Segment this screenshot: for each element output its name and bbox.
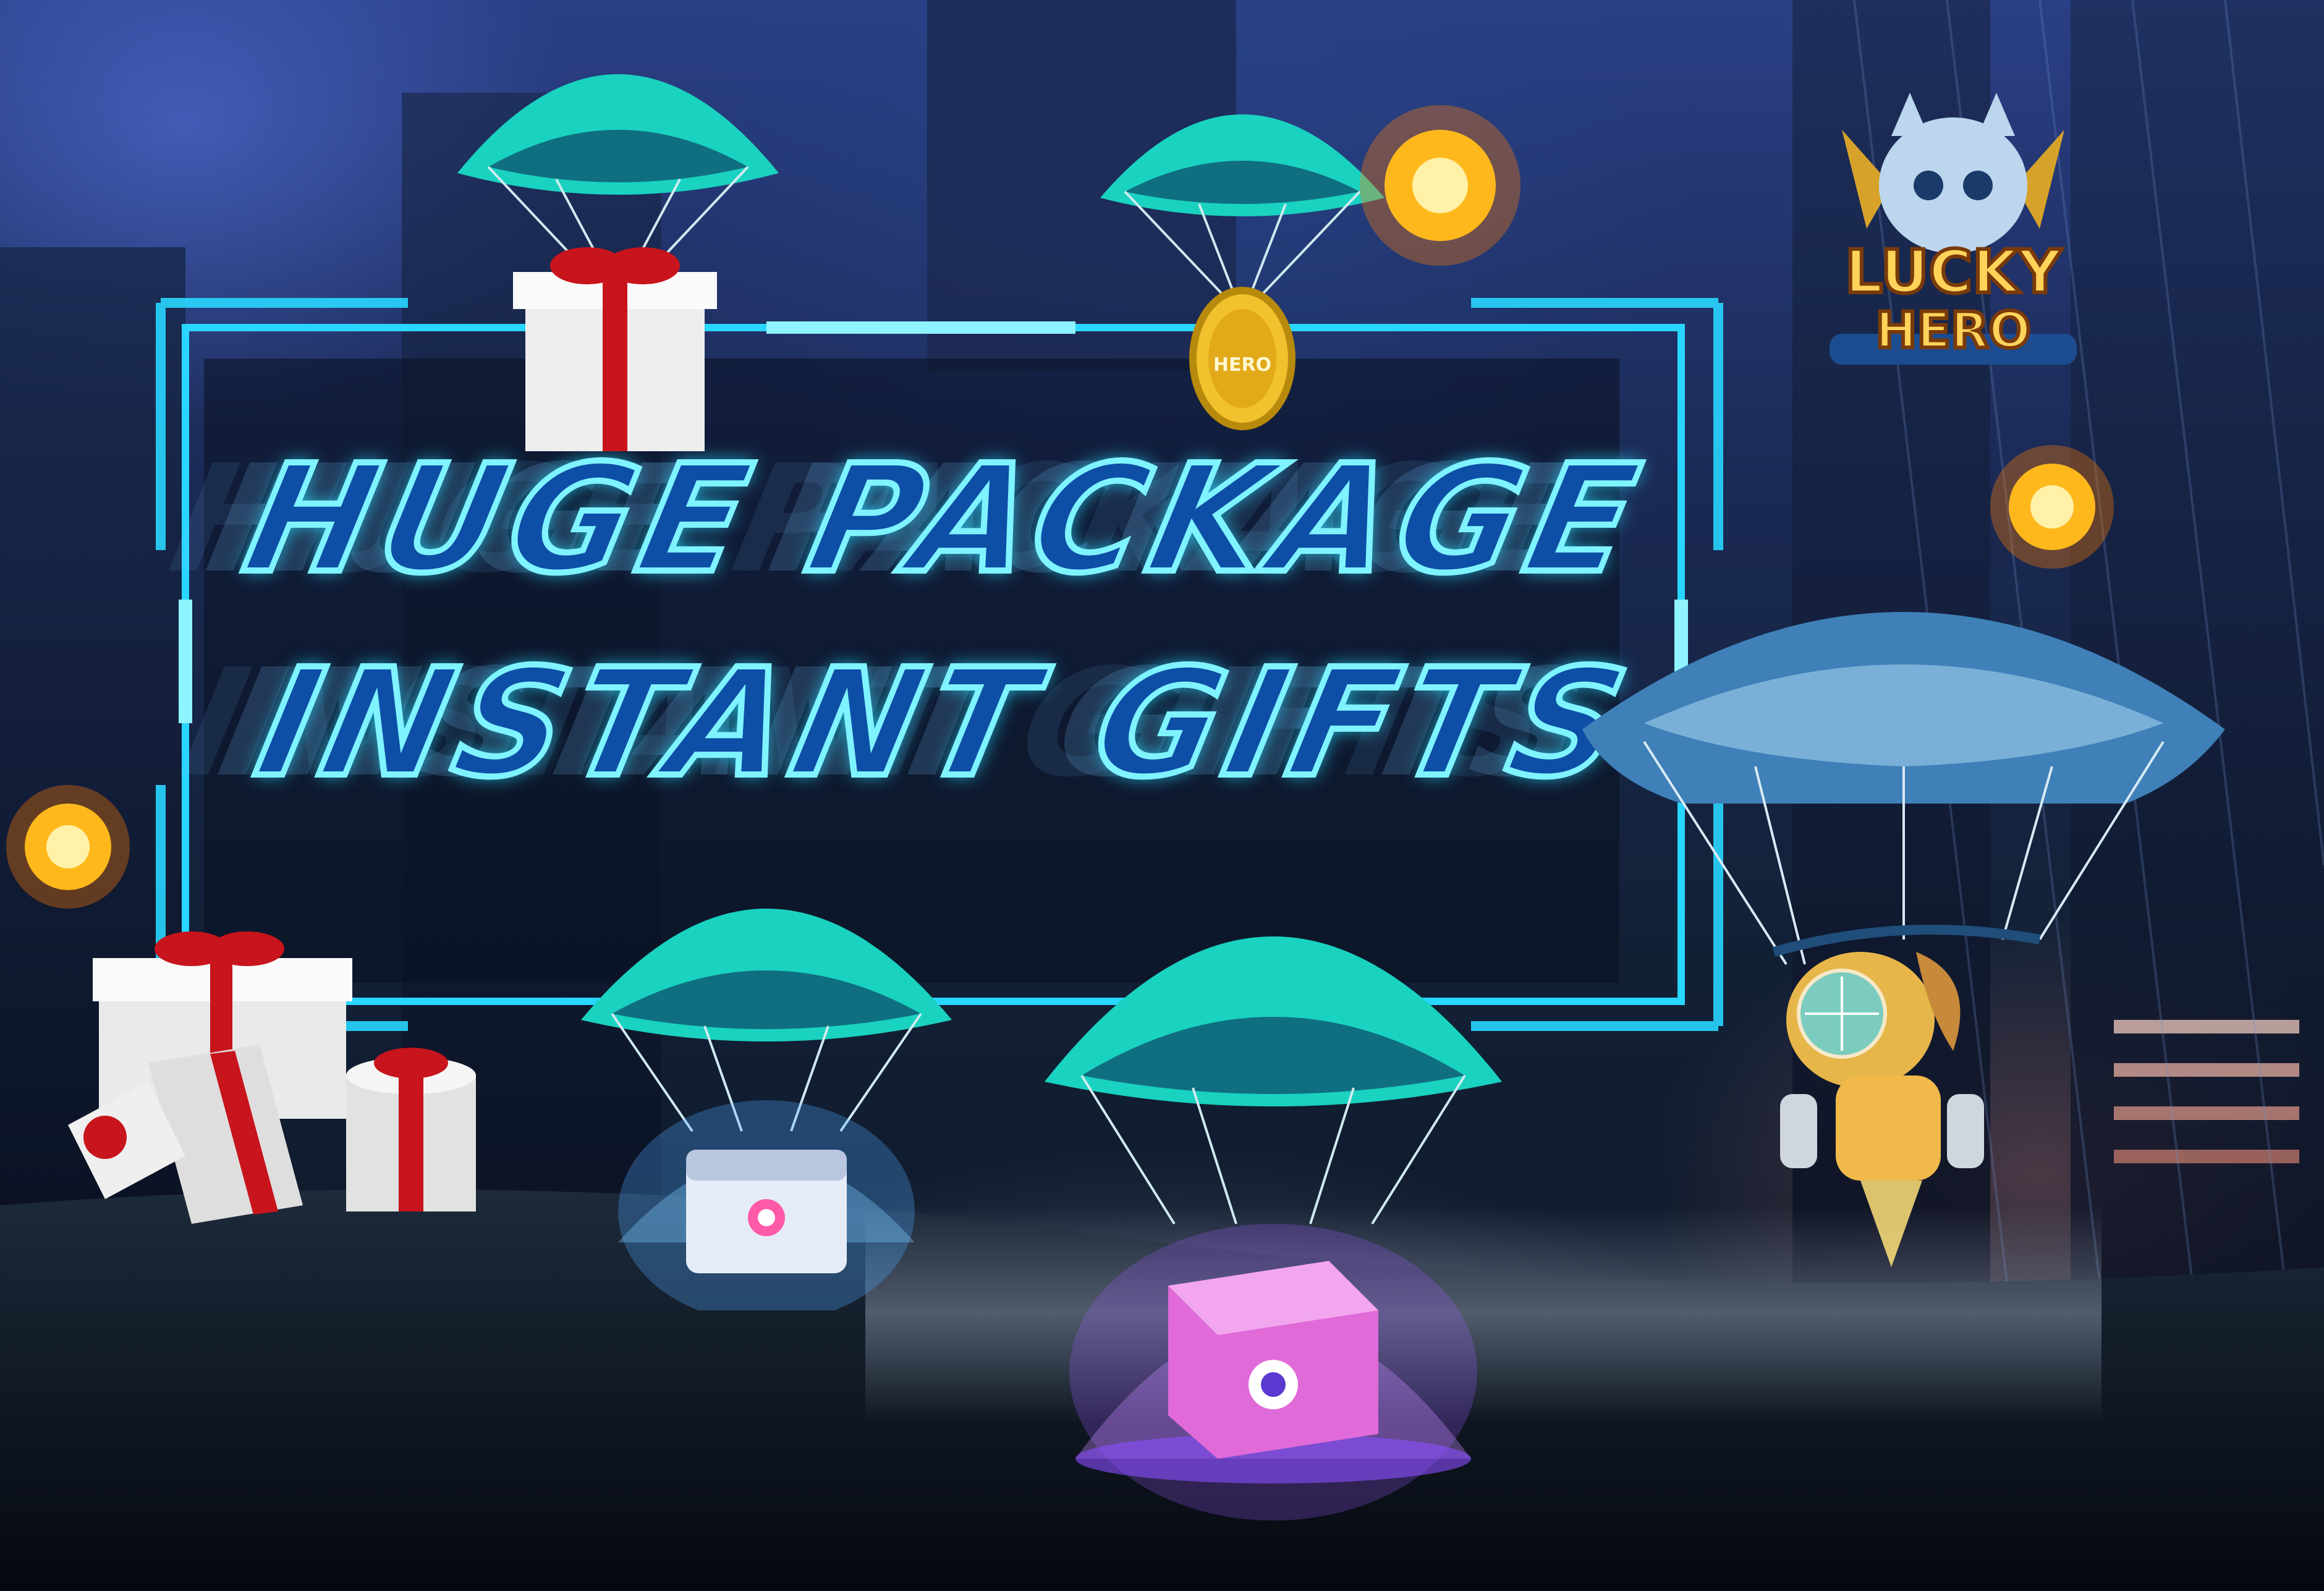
explosion-icon	[1360, 105, 1520, 266]
parachute-icon	[457, 74, 779, 273]
hero-character-icon	[1780, 952, 1984, 1267]
mystery-box-icon	[618, 1100, 915, 1310]
gift-box-icon	[346, 1048, 476, 1211]
parachute-box-drop-pink	[1045, 936, 1502, 1521]
explosion-icon	[1990, 445, 2114, 569]
explosion-icon	[6, 785, 130, 909]
mystery-box-icon	[1069, 1224, 1477, 1521]
lucky-hero-logo: LUCKY HERO	[1805, 93, 2101, 377]
game-banner: HUGE PACKAGE INSTANT GIFTS HERO LUCKY HE…	[0, 0, 2324, 1591]
logo-line-2: HERO	[1873, 301, 2032, 360]
parachute-icon	[581, 909, 952, 1132]
gift-box-icon	[513, 247, 717, 451]
parachute-icon	[1100, 114, 1385, 316]
parachute-gift-drop	[457, 74, 779, 451]
gold-coin-icon: HERO	[1189, 287, 1296, 430]
logo-line-1: LUCKY	[1843, 237, 2063, 307]
title-line-2: INSTANT GIFTS	[241, 634, 1650, 813]
gift-pile	[68, 931, 476, 1224]
parachute-icon	[1045, 936, 1502, 1225]
parachute-box-drop-blue	[581, 909, 952, 1310]
parachute-icon	[1582, 612, 2225, 965]
coin-label: HERO	[1213, 354, 1271, 376]
hero-paraglider	[1582, 612, 2225, 1267]
banner-title: HUGE PACKAGE INSTANT GIFTS	[229, 430, 1663, 813]
title-line-1: HUGE PACKAGE	[229, 430, 1663, 609]
